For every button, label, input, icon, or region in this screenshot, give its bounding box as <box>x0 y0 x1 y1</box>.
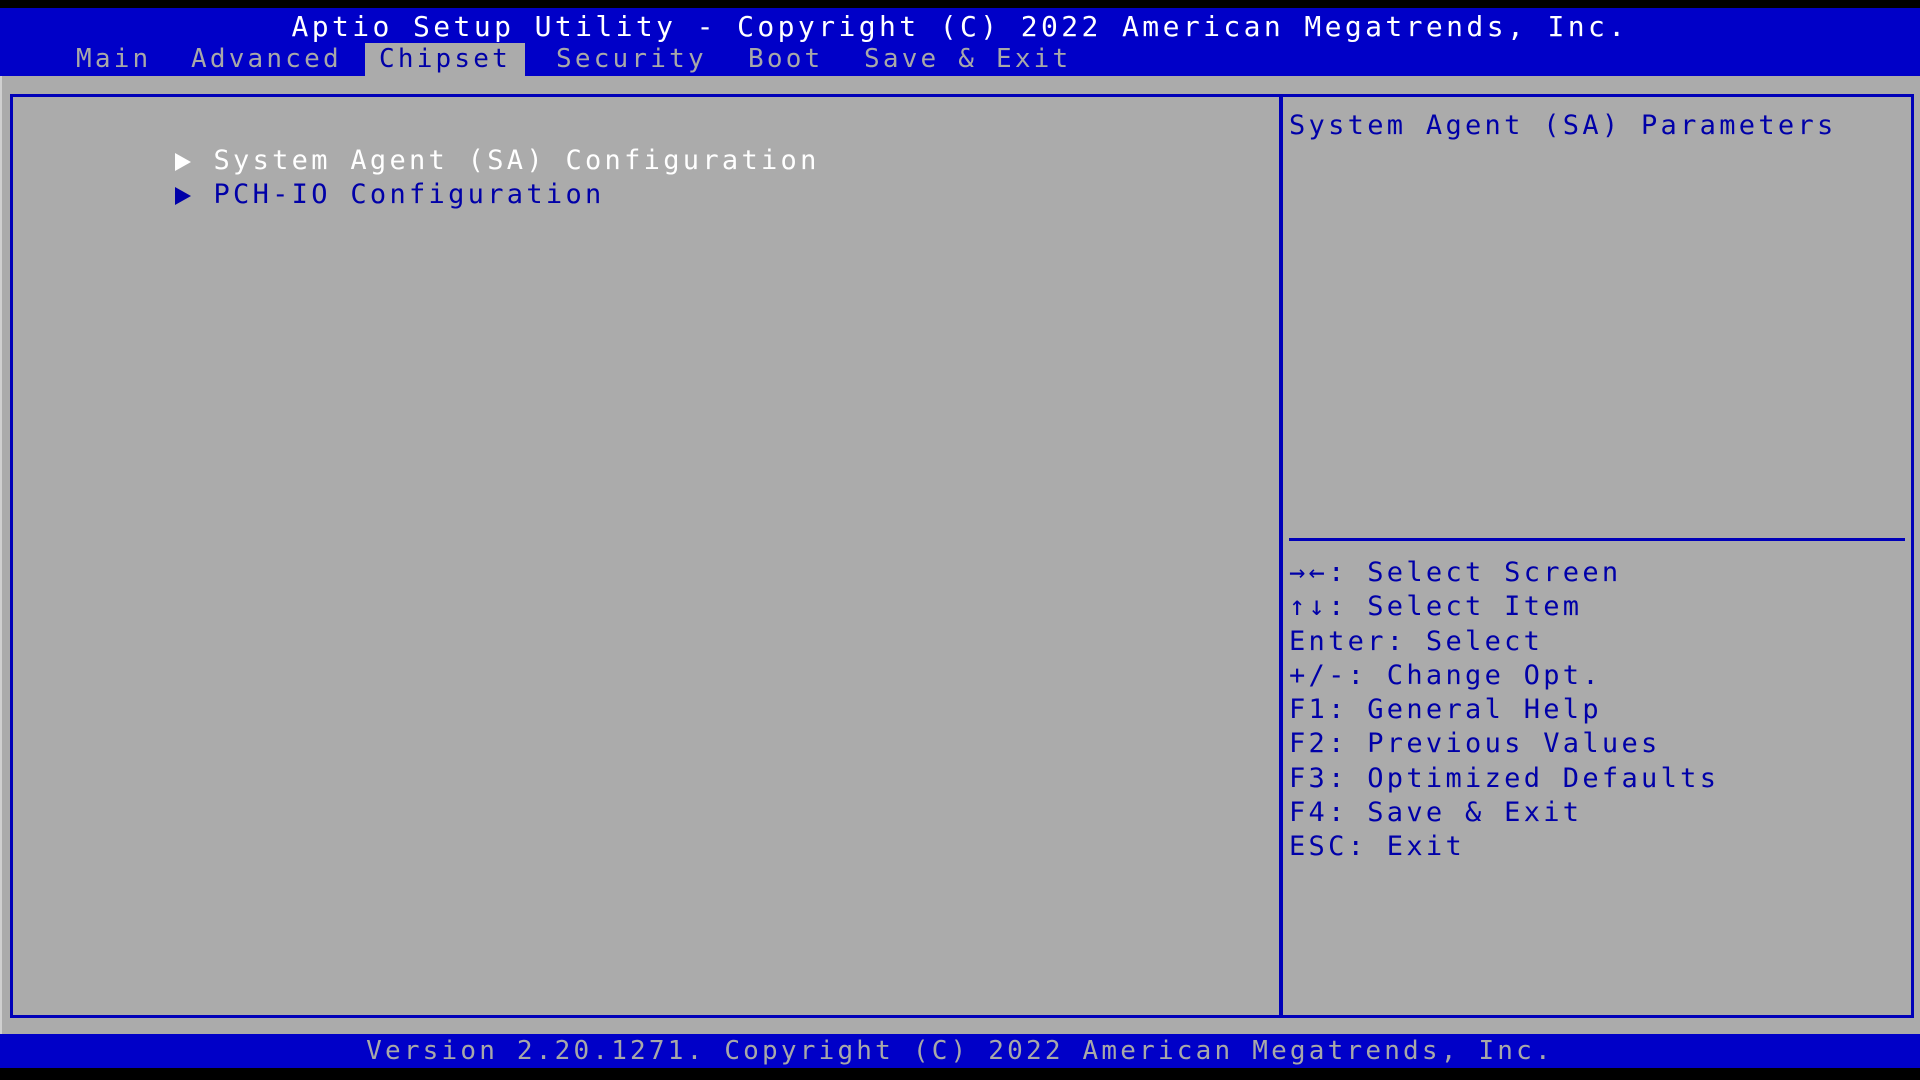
tab-security[interactable]: Security <box>556 43 707 76</box>
tab-main[interactable]: Main <box>76 43 151 76</box>
key-hint-select-screen: →←: Select Screen <box>1289 557 1622 588</box>
tab-boot[interactable]: Boot <box>748 43 823 76</box>
header-bar: Aptio Setup Utility - Copyright (C) 2022… <box>0 8 1920 76</box>
panel-divider <box>1279 97 1283 1015</box>
menu-item-label: PCH-IO Configuration <box>213 179 605 210</box>
key-hint-esc: ESC: Exit <box>1289 831 1466 863</box>
bios-screen: Aptio Setup Utility - Copyright (C) 2022… <box>0 0 1920 1080</box>
tab-save-exit[interactable]: Save & Exit <box>864 43 1071 76</box>
version-text: Version 2.20.1271. Copyright (C) 2022 Am… <box>366 1036 1554 1066</box>
content-panel: System Agent (SA) Configuration PCH-IO C… <box>10 94 1914 1018</box>
help-description: System Agent (SA) Parameters <box>1289 110 1837 141</box>
arrows-left-right-icon: →← <box>1289 557 1329 588</box>
key-hint-select-item: ↑↓: Select Item <box>1289 591 1583 623</box>
key-hint-enter: Enter: Select <box>1289 625 1544 657</box>
key-legend: →←: Select Screen ↑↓: Select Item Enter:… <box>1289 556 1719 865</box>
tab-bar: Main Advanced Chipset Security Boot Save… <box>0 43 1920 76</box>
help-separator <box>1289 538 1905 541</box>
footer-bar: Version 2.20.1271. Copyright (C) 2022 Am… <box>0 1034 1920 1068</box>
key-hint-f4: F4: Save & Exit <box>1289 797 1583 829</box>
key-hint-f1: F1: General Help <box>1289 694 1602 726</box>
tab-chipset[interactable]: Chipset <box>365 43 525 76</box>
submenu-arrow-icon <box>175 187 192 205</box>
app-title: Aptio Setup Utility - Copyright (C) 2022… <box>291 10 1629 43</box>
menu-item-pch-io-config[interactable]: PCH-IO Configuration <box>19 144 605 210</box>
key-hint-f2: F2: Previous Values <box>1289 728 1661 760</box>
arrows-up-down-icon: ↑↓ <box>1289 591 1329 623</box>
key-hint-change-opt: +/-: Change Opt. <box>1289 659 1602 691</box>
main-body: System Agent (SA) Configuration PCH-IO C… <box>0 76 1920 1034</box>
key-hint-f3: F3: Optimized Defaults <box>1289 762 1720 794</box>
menu-item-system-agent-config[interactable]: System Agent (SA) Configuration <box>19 110 820 176</box>
tab-advanced[interactable]: Advanced <box>191 43 342 76</box>
